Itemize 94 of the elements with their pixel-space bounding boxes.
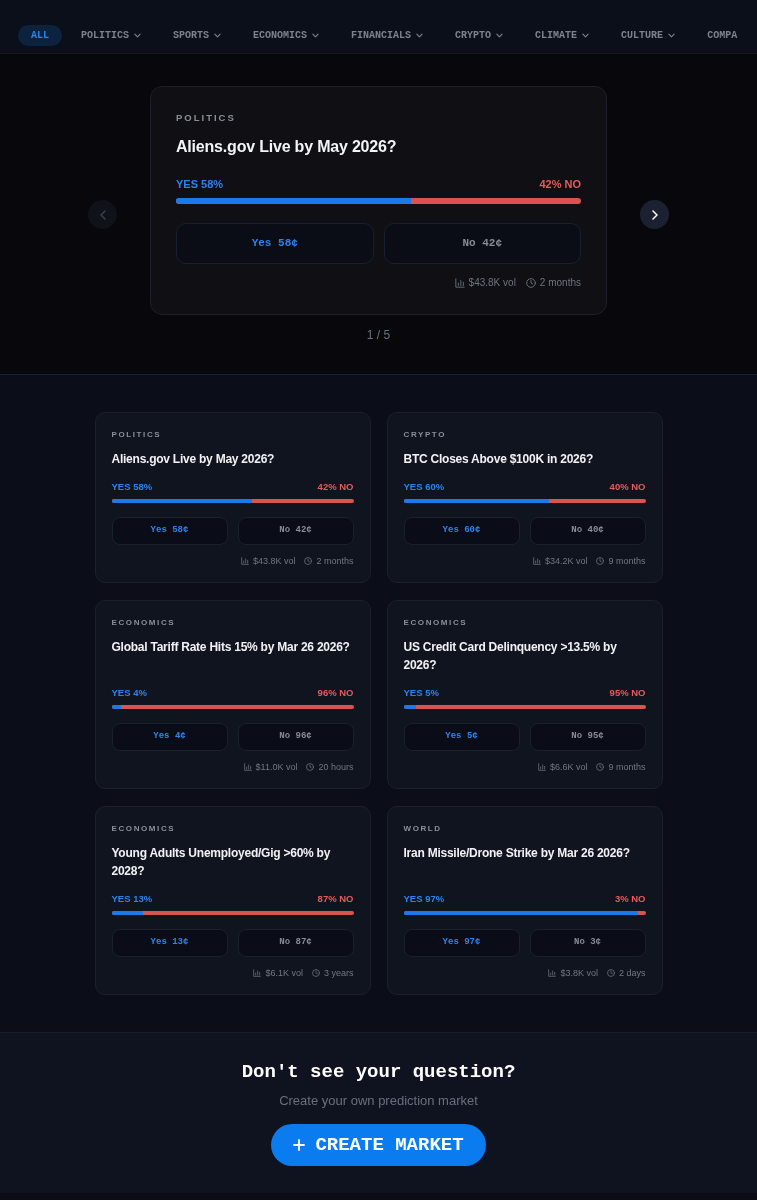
category-label: POLITICS — [176, 112, 237, 124]
page-indicator: 1 / 5 — [366, 327, 391, 343]
time-left-label: 9 months — [608, 555, 646, 567]
buy-no-button[interactable]: No 40¢ — [529, 517, 646, 545]
clock-icon — [606, 969, 615, 977]
no-percent: 95% NO — [609, 687, 646, 699]
category-tab[interactable]: ALL — [18, 25, 62, 46]
market-question: US Credit Card Delinquency >13.5% by 2026? — [403, 639, 618, 674]
buy-yes-button[interactable]: Yes 60¢ — [403, 517, 520, 545]
market-question: Young Adults Unemployed/Gig >60% by 2028? — [111, 845, 332, 880]
time-left-label: 2 months — [539, 276, 581, 290]
category-tab[interactable]: POLITICS — [68, 25, 155, 46]
chevron-left-icon — [99, 209, 106, 220]
no-percent: 42% NO — [539, 177, 581, 191]
bar-chart-icon — [532, 557, 541, 565]
volume-label: $43.8K vol — [468, 276, 516, 290]
category-tab[interactable]: CULTURE — [608, 25, 689, 46]
chevron-down-icon — [496, 33, 504, 38]
clock-icon — [596, 557, 605, 565]
category-tab[interactable]: SPORTS — [160, 25, 235, 46]
buy-yes-button[interactable]: Yes 97¢ — [403, 929, 520, 957]
category-label: ECONOMICS — [111, 618, 177, 628]
market-question: Iran Missile/Drone Strike by Mar 26 2026? — [403, 845, 631, 862]
category-label: ECONOMICS — [111, 824, 177, 834]
yes-percent: YES 60% — [403, 481, 445, 493]
category-label: WORLD — [403, 824, 443, 834]
yes-percent: YES 58% — [176, 177, 224, 191]
category-tab[interactable]: COMPA — [694, 25, 751, 46]
next-button[interactable] — [640, 200, 669, 229]
bar-chart-icon — [454, 278, 465, 288]
buy-no-button[interactable]: No 87¢ — [237, 929, 354, 957]
bar-chart-icon — [253, 969, 262, 977]
create-market-button[interactable]: CREATE MARKET — [271, 1124, 486, 1166]
volume-label: $3.8K vol — [560, 967, 598, 979]
buy-yes-button[interactable]: Yes 58¢ — [111, 517, 228, 545]
chevron-down-icon — [416, 33, 424, 38]
yes-percent: YES 4% — [111, 687, 147, 699]
volume-label: $11.0K vol — [255, 761, 298, 773]
no-percent: 42% NO — [317, 481, 354, 493]
no-percent: 87% NO — [317, 893, 354, 905]
volume-label: $6.1K vol — [265, 967, 303, 979]
yes-percent: YES 5% — [403, 687, 439, 699]
market-question: Aliens.gov Live by May 2026? — [176, 137, 398, 157]
bar-chart-icon — [537, 763, 546, 771]
time-left-label: 3 years — [324, 967, 354, 979]
cta-heading: Don't see your question? — [241, 1060, 516, 1084]
category-label: ECONOMICS — [403, 618, 469, 628]
buy-yes-button[interactable]: Yes 5¢ — [403, 723, 520, 751]
no-percent: 40% NO — [609, 481, 646, 493]
buy-yes-button[interactable]: Yes 13¢ — [111, 929, 228, 957]
yes-percent: YES 97% — [403, 893, 445, 905]
category-tab[interactable]: CRYPTO — [442, 25, 517, 46]
clock-icon — [306, 763, 315, 771]
category-tab[interactable]: FINANCIALS — [338, 25, 437, 46]
buy-yes-button[interactable]: Yes 4¢ — [111, 723, 228, 751]
volume-label: $6.6K vol — [549, 761, 588, 773]
buy-no-button[interactable]: No 3¢ — [529, 929, 646, 957]
category-tab[interactable]: CLIMATE — [522, 25, 603, 46]
no-percent: 3% NO — [614, 893, 646, 905]
time-left-label: 2 days — [618, 967, 646, 979]
bar-chart-icon — [548, 969, 557, 977]
bar-chart-icon — [240, 557, 249, 565]
time-left-label: 20 hours — [318, 761, 354, 773]
volume-label: $34.2K vol — [544, 555, 588, 567]
clock-icon — [596, 763, 605, 771]
clock-icon — [312, 969, 320, 977]
market-question: Global Tariff Rate Hits 15% by Mar 26 2026? — [111, 639, 351, 656]
time-left-label: 2 months — [316, 555, 354, 567]
chevron-down-icon — [134, 33, 142, 38]
category-label: POLITICS — [111, 430, 163, 440]
bar-chart-icon — [243, 763, 252, 771]
buy-no-button[interactable]: No 95¢ — [529, 723, 646, 751]
buy-no-button[interactable]: No 42¢ — [237, 517, 354, 545]
plus-icon — [293, 1139, 306, 1151]
buy-yes-button[interactable]: Yes 58¢ — [176, 223, 374, 264]
chevron-down-icon — [668, 33, 676, 38]
yes-percent: YES 13% — [111, 893, 153, 905]
chevron-down-icon — [312, 33, 320, 38]
buy-no-button[interactable]: No 42¢ — [383, 223, 581, 264]
chevron-right-icon — [651, 209, 658, 220]
category-tab[interactable]: ECONOMICS — [240, 25, 333, 46]
volume-label: $43.8K vol — [252, 555, 296, 567]
chevron-down-icon — [582, 33, 590, 38]
cta-subtitle: Create your own prediction market — [279, 1092, 478, 1110]
buy-no-button[interactable]: No 96¢ — [237, 723, 354, 751]
clock-icon — [525, 278, 536, 288]
market-question: Aliens.gov Live by May 2026? — [111, 451, 276, 468]
no-percent: 96% NO — [317, 687, 354, 699]
market-question: BTC Closes Above $100K in 2026? — [403, 451, 595, 468]
time-left-label: 9 months — [608, 761, 646, 773]
chevron-down-icon — [214, 33, 222, 38]
category-label: CRYPTO — [403, 430, 447, 440]
clock-icon — [304, 557, 313, 565]
yes-percent: YES 58% — [111, 481, 153, 493]
